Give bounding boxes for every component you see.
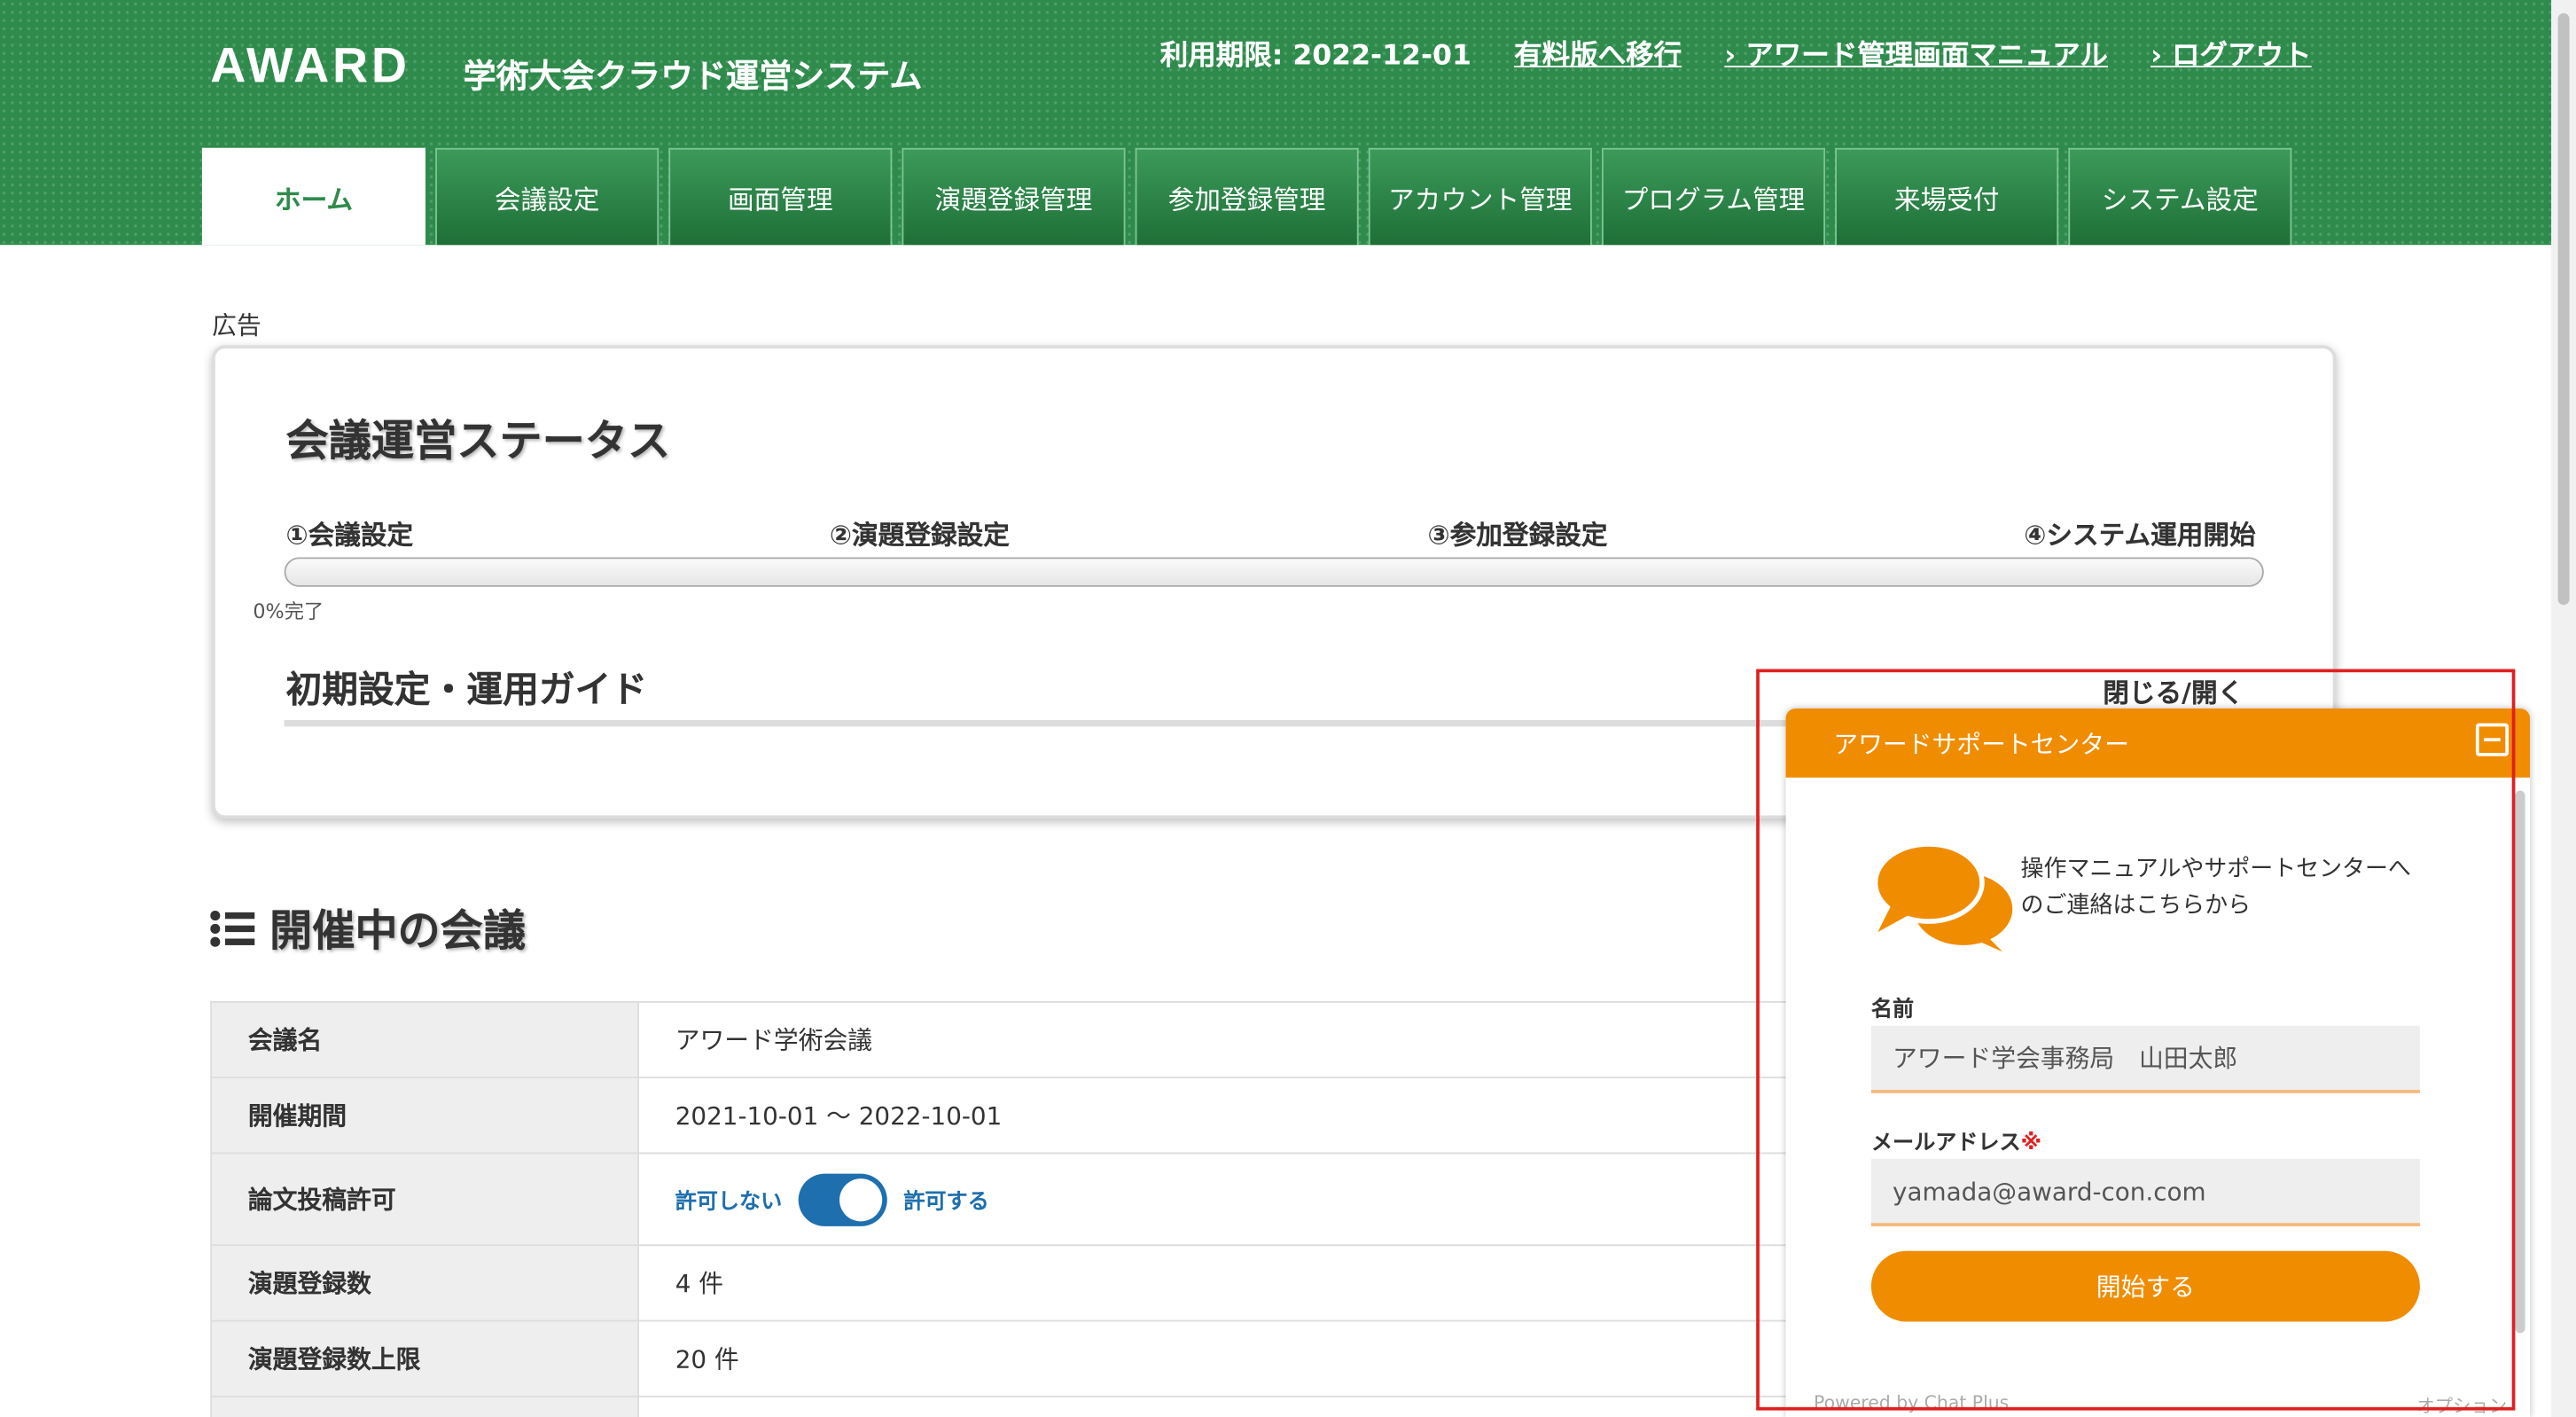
- tab-account-management[interactable]: アカウント管理: [1368, 147, 1592, 246]
- row-label: 開催期間: [210, 1076, 639, 1155]
- row-label: 論文投稿許可: [210, 1152, 639, 1247]
- tab-registration-management[interactable]: 参加登録管理: [1135, 147, 1359, 246]
- usage-limit: 利用期限: 2022-12-01: [1159, 39, 1471, 73]
- step-abstract: ②演題登録設定: [829, 519, 1010, 552]
- list-icon: [210, 910, 255, 946]
- toggle-knob: [839, 1178, 883, 1221]
- tab-home[interactable]: ホーム: [201, 147, 426, 246]
- chat-scrollbar[interactable]: [2515, 790, 2525, 1334]
- tab-screen-management[interactable]: 画面管理: [668, 147, 893, 246]
- tab-reception[interactable]: 来場受付: [1835, 147, 2059, 246]
- guide-title: 初期設定・運用ガイド: [285, 670, 648, 712]
- ad-label: 広告: [212, 310, 262, 341]
- header-links: 利用期限: 2022-12-01 有料版へ移行 › アワード管理画面マニュアル …: [1160, 31, 2312, 72]
- status-title: 会議運営ステータス: [285, 417, 671, 467]
- scrollbar-thumb[interactable]: [2557, 12, 2570, 606]
- highlight-box: [1756, 669, 2516, 1411]
- step-conference: ①会議設定: [285, 519, 414, 552]
- page-scrollbar[interactable]: [2551, 0, 2576, 1417]
- progress-bar: [284, 557, 2264, 587]
- section-title: 開催中の会議: [269, 907, 527, 957]
- progress-text: 0%完了: [253, 599, 324, 623]
- tab-program-management[interactable]: プログラム管理: [1601, 147, 1826, 246]
- row-label: [210, 1395, 639, 1417]
- system-name: 学術大会クラウド運営システム: [463, 56, 923, 96]
- step-registration: ③参加登録設定: [1427, 519, 1608, 552]
- switch-on-label: 許可する: [903, 1190, 989, 1215]
- step-system-start: ④システム運用開始: [2024, 519, 2256, 552]
- row-label: 会議名: [210, 1000, 639, 1079]
- paper-permission-toggle[interactable]: [798, 1172, 887, 1226]
- switch-off-label: 許可しない: [675, 1190, 783, 1215]
- logout-link[interactable]: › ログアウト: [2151, 31, 2312, 72]
- row-label: 演題登録数: [210, 1244, 639, 1322]
- row-label: 演題登録数上限: [210, 1319, 639, 1397]
- main-tabs: ホーム 会議設定 画面管理 演題登録管理 参加登録管理 アカウント管理 プログラ…: [201, 147, 2292, 246]
- section-heading: 開催中の会議: [210, 897, 526, 959]
- header: AWARD 学術大会クラウド運営システム 利用期限: 2022-12-01 有料…: [0, 0, 2552, 246]
- tab-abstract-management[interactable]: 演題登録管理: [902, 147, 1126, 246]
- award-logo: AWARD: [210, 39, 410, 94]
- tab-system-settings[interactable]: システム設定: [2068, 147, 2292, 246]
- manual-link[interactable]: › アワード管理画面マニュアル: [1724, 31, 2108, 72]
- tab-conference-settings[interactable]: 会議設定: [435, 147, 660, 246]
- upgrade-link[interactable]: 有料版へ移行: [1514, 31, 1682, 72]
